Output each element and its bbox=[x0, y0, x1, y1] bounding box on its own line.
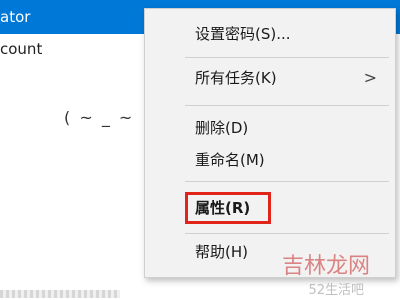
context-menu: 设置密码(S)... 所有任务(K) > 删除(D) 重命名(M) 属性(R) … bbox=[144, 8, 396, 278]
menu-separator bbox=[185, 233, 389, 234]
chevron-right-icon: > bbox=[363, 68, 377, 87]
emoticon-text: ( ~ _ ~ bbox=[64, 108, 135, 127]
menu-item-label: 所有任务(K) bbox=[195, 69, 277, 87]
menu-item-delete[interactable]: 删除(D) bbox=[145, 111, 395, 145]
watermark-subtext: 52生活吧 bbox=[308, 283, 364, 298]
menu-item-all-tasks[interactable]: 所有任务(K) > bbox=[145, 61, 395, 95]
menu-item-label: 删除(D) bbox=[195, 119, 249, 137]
selected-row-label: ator bbox=[0, 8, 31, 26]
menu-item-label: 重命名(M) bbox=[195, 151, 265, 169]
horizontal-scrollbar[interactable] bbox=[0, 290, 120, 298]
menu-item-label: 帮助(H) bbox=[195, 243, 248, 261]
menu-separator bbox=[185, 105, 389, 106]
menu-item-label: 设置密码(S)... bbox=[195, 25, 291, 43]
menu-item-rename[interactable]: 重命名(M) bbox=[145, 143, 395, 177]
account-list-row[interactable]: count bbox=[0, 40, 42, 58]
menu-separator bbox=[185, 57, 389, 58]
menu-separator bbox=[185, 181, 389, 182]
highlight-annotation-box bbox=[185, 192, 271, 224]
menu-item-set-password[interactable]: 设置密码(S)... bbox=[145, 17, 395, 51]
watermark-logo: 吉林龙网 bbox=[281, 254, 370, 279]
